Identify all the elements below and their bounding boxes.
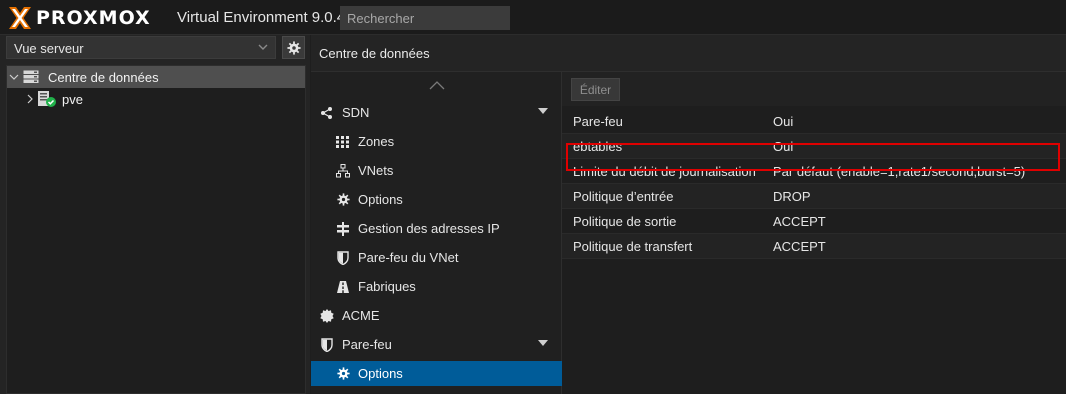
tree-item-node-pve[interactable]: pve: [7, 88, 305, 110]
menu-item-sdn-options[interactable]: Options: [311, 187, 562, 212]
row-value: DROP: [773, 188, 811, 204]
row-key: Politique de sortie: [573, 213, 677, 229]
row-key: Pare-feu: [573, 113, 623, 129]
menu-item-label: Fabriques: [358, 279, 416, 294]
chevron-up-icon: [429, 80, 444, 89]
row-key: Politique de transfert: [573, 238, 693, 254]
grid-icon: [335, 134, 351, 150]
config-menu: SDN Zones VNets Options Gestion des adre…: [311, 72, 562, 394]
ipam-icon: [335, 221, 351, 237]
row-value: Oui: [773, 113, 794, 129]
menu-item-zones[interactable]: Zones: [311, 129, 562, 154]
grid-toolbar: Éditer: [562, 72, 1066, 106]
row-value: ACCEPT: [773, 238, 826, 254]
menu-item-firewall[interactable]: Pare-feu: [311, 332, 562, 357]
certificate-icon: [319, 308, 335, 324]
menu-item-label: Zones: [358, 134, 395, 149]
network-icon: [335, 163, 351, 179]
product-version: Virtual Environment 9.0.4: [177, 9, 346, 26]
view-select-value: Vue serveur: [14, 41, 84, 56]
menu-item-label: VNets: [358, 163, 394, 178]
row-key: Politique d’entrée: [573, 188, 674, 204]
caret-down-icon[interactable]: [538, 340, 548, 346]
table-row[interactable]: Politique de sortie ACCEPT: [562, 209, 1066, 234]
menu-item-acme[interactable]: ACME: [311, 303, 562, 328]
tree-item-datacenter[interactable]: Centre de données: [7, 66, 305, 88]
gear-icon: [335, 366, 351, 382]
menu-item-vnets[interactable]: VNets: [311, 158, 562, 183]
menu-item-firewall-options[interactable]: Options: [311, 361, 562, 386]
menu-item-vnet-firewall[interactable]: Pare-feu du VNet: [311, 245, 562, 270]
tree-item-label: Centre de données: [48, 69, 159, 85]
table-row[interactable]: Politique d’entrée DROP: [562, 184, 1066, 209]
menu-item-fabrics[interactable]: Fabriques: [311, 274, 562, 299]
menu-scroll-up-button[interactable]: [311, 72, 562, 98]
row-value: ACCEPT: [773, 213, 826, 229]
table-row[interactable]: Pare-feu Oui: [562, 109, 1066, 134]
sdn-icon: [319, 105, 335, 121]
view-select[interactable]: Vue serveur: [6, 36, 276, 59]
resource-tree-panel: Vue serveur Centre de données pve: [0, 35, 310, 394]
table-row[interactable]: Politique de transfert ACCEPT: [562, 234, 1066, 259]
menu-item-label: Pare-feu: [342, 337, 392, 352]
chevron-down-icon[interactable]: [7, 66, 21, 88]
proxmox-logo[interactable]: PROXMOX: [7, 5, 151, 31]
node-online-icon: [38, 91, 56, 107]
menu-item-label: SDN: [342, 105, 370, 120]
menu-item-label: Options: [358, 366, 403, 381]
shield-icon: [335, 250, 351, 266]
tree-item-label: pve: [62, 91, 83, 107]
options-grid: Éditer Pare-feu Oui ebtables Oui Limite …: [562, 72, 1066, 394]
page-title: Centre de données: [311, 35, 1066, 72]
resource-tree: Centre de données pve: [6, 65, 306, 394]
caret-down-icon[interactable]: [538, 108, 548, 114]
proxmox-x-icon: [9, 7, 31, 29]
gear-icon: [286, 40, 301, 55]
chevron-down-icon: [258, 44, 268, 50]
datacenter-icon: [23, 70, 39, 83]
gear-icon: [335, 192, 351, 208]
view-settings-button[interactable]: [282, 36, 305, 59]
edit-button[interactable]: Éditer: [571, 78, 620, 101]
chevron-right-icon[interactable]: [23, 88, 37, 110]
menu-item-label: Pare-feu du VNet: [358, 250, 459, 265]
content-panel: Centre de données SDN Zones VNets Option…: [311, 35, 1066, 394]
top-bar: PROXMOX Virtual Environment 9.0.4: [0, 0, 1066, 35]
search-input[interactable]: [340, 6, 510, 30]
shield-icon: [319, 337, 335, 353]
highlight-box: [566, 143, 1060, 171]
menu-item-label: Gestion des adresses IP: [358, 221, 500, 236]
logo-text: PROXMOX: [36, 7, 151, 29]
menu-item-ipam[interactable]: Gestion des adresses IP: [311, 216, 562, 241]
menu-item-label: Options: [358, 192, 403, 207]
menu-item-sdn[interactable]: SDN: [311, 100, 562, 125]
menu-item-label: ACME: [342, 308, 380, 323]
road-icon: [335, 279, 351, 295]
